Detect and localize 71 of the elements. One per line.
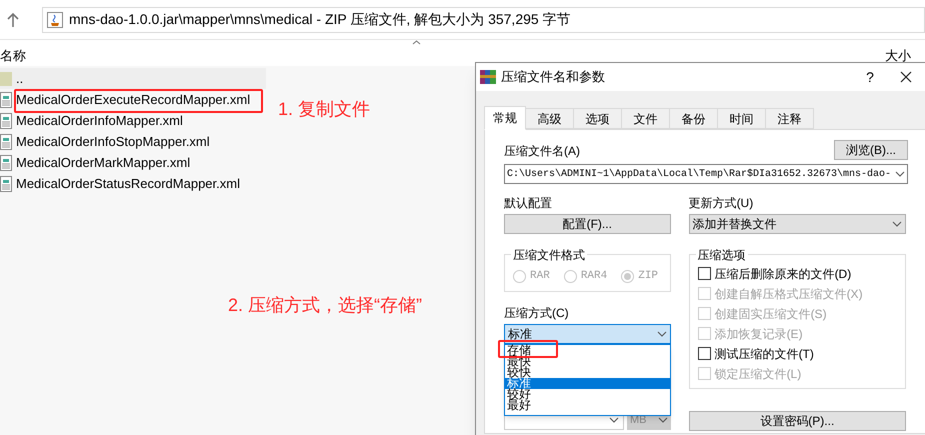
file-name: MedicalOrderExecuteRecordMapper.xml bbox=[16, 90, 250, 109]
radio-button[interactable] bbox=[621, 270, 634, 282]
profile-button[interactable]: 配置(F)... bbox=[504, 214, 671, 234]
password-button[interactable]: 设置密码(P)... bbox=[688, 411, 906, 431]
annotation-text: 2. 压缩方式，选择“存储” bbox=[228, 294, 422, 317]
tab[interactable]: 常规 bbox=[484, 106, 526, 130]
file-row[interactable]: MedicalOrderMarkMapper.xml bbox=[0, 152, 266, 173]
checkbox-label: 创建自解压格式压缩文件(X) bbox=[714, 286, 863, 302]
chevron-down-icon bbox=[609, 417, 619, 423]
up-arrow-icon[interactable] bbox=[6, 12, 20, 28]
tab[interactable]: 备份 bbox=[670, 108, 718, 129]
select-value: 添加并替换文件 bbox=[692, 216, 778, 233]
file-name: MedicalOrderInfoMapper.xml bbox=[16, 112, 183, 130]
radio-button[interactable] bbox=[564, 270, 577, 282]
chevron-down-icon bbox=[895, 171, 905, 177]
tab[interactable]: 高级 bbox=[526, 108, 574, 129]
folder-icon bbox=[0, 70, 12, 86]
field-label: 更新方式(U) bbox=[688, 195, 754, 212]
group-title: 压缩选项 bbox=[696, 246, 748, 264]
dropdown-option[interactable]: 最好 bbox=[505, 400, 670, 411]
address-text: mns-dao-1.0.0.jar\mapper\mns\medical - ZIP 压缩文件, 解包大小为 357,295 字节 bbox=[69, 10, 571, 29]
tab[interactable]: 选项 bbox=[574, 108, 622, 129]
dropdown-option[interactable]: 标准 bbox=[505, 378, 670, 389]
address-bar[interactable]: mns-dao-1.0.0.jar\mapper\mns\medical - ZIP 压缩文件, 解包大小为 357,295 字节 bbox=[42, 6, 925, 32]
tab[interactable]: 注释 bbox=[766, 108, 814, 129]
jar-file-icon bbox=[47, 12, 63, 28]
window-title: 压缩文件名和参数 bbox=[501, 68, 605, 86]
dropdown-option[interactable]: 存储 bbox=[505, 345, 670, 356]
checkbox[interactable] bbox=[698, 347, 711, 360]
select-value: 标准 bbox=[508, 326, 533, 343]
field-label: 压缩方式(C) bbox=[504, 305, 570, 322]
method-select[interactable]: 标准 bbox=[504, 324, 671, 344]
chevron-down-icon bbox=[892, 221, 902, 227]
checkbox-label: 压缩后删除原来的文件(D) bbox=[714, 266, 852, 282]
radio-button[interactable] bbox=[513, 270, 526, 282]
chevron-down-icon bbox=[656, 331, 667, 337]
group-title: 压缩文件格式 bbox=[511, 246, 587, 264]
browse-button[interactable]: 浏览(B)... bbox=[834, 140, 908, 160]
checkbox-label: 锁定压缩文件(L) bbox=[714, 366, 802, 382]
radio-label: ZIP bbox=[638, 268, 658, 284]
help-button[interactable]: ? bbox=[860, 66, 880, 88]
tab[interactable]: 文件 bbox=[622, 108, 670, 129]
file-row[interactable]: MedicalOrderStatusRecordMapper.xml bbox=[0, 173, 266, 194]
file-name: MedicalOrderMarkMapper.xml bbox=[16, 154, 190, 172]
close-icon[interactable] bbox=[900, 71, 912, 83]
archive-name-combo[interactable]: C:\Users\ADMINI~1\AppData\Local\Temp\Rar$DIa31652.32673\mns-dao- bbox=[504, 164, 908, 184]
file-name: MedicalOrderStatusRecordMapper.xml bbox=[16, 174, 240, 193]
checkbox-label: 测试压缩的文件(T) bbox=[714, 346, 814, 362]
file-row[interactable]: MedicalOrderInfoMapper.xml bbox=[0, 110, 266, 131]
field-label: 压缩文件名(A) bbox=[504, 143, 580, 160]
file-row[interactable]: MedicalOrderExecuteRecordMapper.xml bbox=[0, 89, 266, 110]
checkbox-label: 创建固实压缩文件(S) bbox=[714, 306, 827, 322]
archive-path: C:\Users\ADMINI~1\AppData\Local\Temp\Rar$DIa31652.32673\mns-dao- bbox=[507, 168, 892, 182]
column-header[interactable]: 大小 bbox=[885, 49, 911, 62]
checkbox-label: 添加恢复记录(E) bbox=[714, 326, 803, 342]
dropdown-option[interactable]: 较好 bbox=[505, 389, 670, 400]
dropdown-option[interactable]: 较快 bbox=[505, 367, 670, 378]
file-name: MedicalOrderInfoStopMapper.xml bbox=[16, 132, 210, 151]
column-header[interactable]: 名称 bbox=[0, 49, 26, 62]
radio-label: RAR bbox=[530, 268, 550, 284]
app-logo-icon bbox=[480, 69, 496, 85]
chevron-down-icon bbox=[658, 417, 668, 423]
checkbox[interactable] bbox=[698, 267, 711, 280]
tab[interactable]: 时间 bbox=[718, 108, 766, 129]
file-row[interactable]: .. bbox=[0, 68, 266, 89]
radio-label: RAR4 bbox=[580, 268, 608, 284]
field-label: 默认配置 bbox=[504, 195, 553, 212]
update-mode-select[interactable]: 添加并替换文件 bbox=[688, 214, 906, 234]
file-row[interactable]: MedicalOrderInfoStopMapper.xml bbox=[0, 131, 266, 152]
file-name: .. bbox=[16, 70, 24, 88]
annotation-text: 1. 复制文件 bbox=[278, 98, 370, 121]
